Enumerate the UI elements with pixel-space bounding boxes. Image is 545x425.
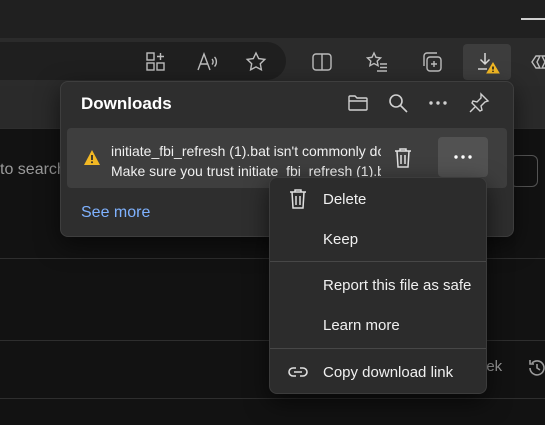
menu-item-delete[interactable]: Delete <box>270 181 486 217</box>
read-aloud-icon[interactable] <box>196 51 218 73</box>
link-icon <box>287 361 309 383</box>
menu-item-label: Copy download link <box>323 364 454 381</box>
minimize-button[interactable] <box>521 18 545 20</box>
favorite-star-icon[interactable] <box>245 51 267 73</box>
panel-title: Downloads <box>81 94 172 113</box>
menu-item-keep[interactable]: Keep <box>270 221 486 257</box>
branch-button[interactable] <box>510 155 538 187</box>
delete-icon <box>287 188 309 210</box>
browser-toolbar <box>0 38 545 86</box>
downloads-button[interactable] <box>463 44 511 80</box>
menu-item-label: Keep <box>323 231 359 248</box>
title-bar <box>0 0 545 38</box>
menu-item-label: Report this file as safe <box>323 277 472 294</box>
menu-separator <box>270 261 486 262</box>
pin-icon[interactable] <box>468 92 490 114</box>
divider <box>0 398 545 399</box>
favorites-list-icon[interactable] <box>366 51 388 73</box>
open-folder-icon[interactable] <box>347 92 369 114</box>
history-icon[interactable] <box>526 357 545 379</box>
more-options-icon[interactable] <box>427 92 449 114</box>
add-tab-group-icon[interactable] <box>145 51 167 73</box>
menu-item-label: Delete <box>323 191 367 208</box>
download-warning-title: initiate_fbi_refresh (1).bat isn't commo… <box>111 143 381 159</box>
menu-item-label: Learn more <box>323 317 400 334</box>
item-context-menu: Delete Keep Report this file as safe Lea… <box>269 177 487 394</box>
menu-item-report-safe[interactable]: Report this file as safe <box>270 267 486 303</box>
downloads-warning-icon <box>476 51 500 75</box>
menu-item-learn-more[interactable]: Learn more <box>270 307 486 343</box>
menu-item-copy-link[interactable]: Copy download link <box>270 354 486 390</box>
see-more-link[interactable]: See more <box>81 204 150 222</box>
address-bar[interactable] <box>0 42 286 80</box>
more-options-icon <box>452 146 474 168</box>
copilot-icon[interactable] <box>530 51 545 73</box>
delete-icon[interactable] <box>392 146 414 170</box>
split-screen-icon[interactable] <box>311 51 333 73</box>
menu-separator <box>270 348 486 349</box>
collections-icon[interactable] <box>421 51 443 73</box>
warning-icon <box>83 149 101 166</box>
search-icon[interactable] <box>387 92 409 114</box>
item-more-button[interactable] <box>438 137 488 177</box>
